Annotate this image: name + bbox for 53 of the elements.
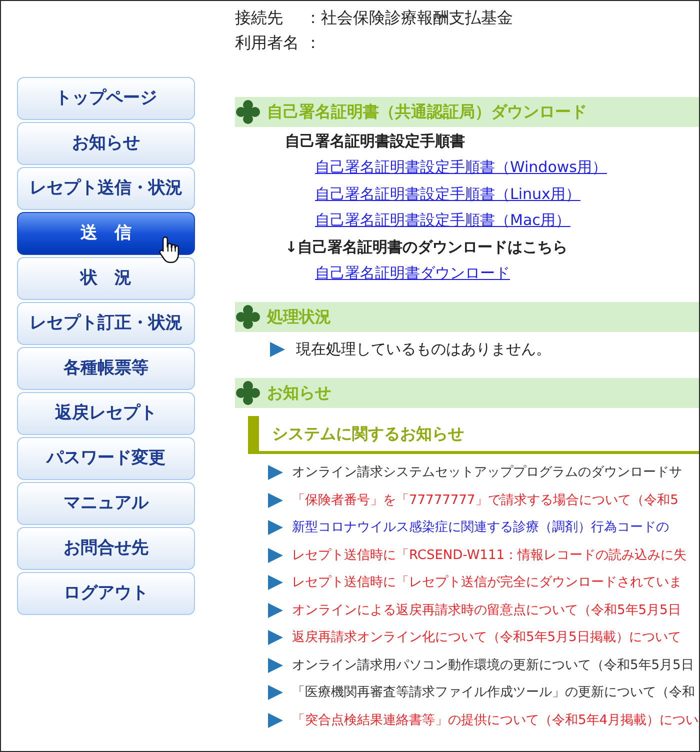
nav-button[interactable]: パスワード変更 — [17, 437, 195, 480]
triangle-bullet-icon — [268, 575, 283, 590]
notice-link[interactable]: 返戻再請求オンライン化について（令和5年5月5日掲載）について — [292, 628, 681, 648]
notice-link[interactable]: 「医療機関再審査等請求ファイル作成ツール」の更新について（令和 — [292, 683, 695, 702]
nav-button[interactable]: 状 況 — [17, 257, 195, 300]
section-title: 処理状況 — [267, 309, 331, 325]
notice-link[interactable]: 「突合点検結果連絡書等」の提供について（令和5年4月掲載）につい — [292, 710, 699, 730]
info-label: 利用者名 — [235, 32, 300, 54]
notice-link[interactable]: レセプト送信時に「RCSEND-W111：情報レコードの読み込みに失 — [292, 546, 686, 565]
triangle-bullet-icon — [268, 602, 283, 618]
notice-link[interactable]: オンライン請求システムセットアッププログラムのダウンロードサ — [292, 463, 682, 482]
triangle-bullet-icon — [268, 465, 283, 480]
notice-link[interactable]: レセプト送信時に「レセプト送信が完全にダウンロードされていま — [292, 573, 682, 592]
notice-link[interactable]: 新型コロナウイルス感染症に関連する診療（調剤）行為コードの — [292, 518, 669, 538]
group-heading: ↓自己署名証明書のダウンロードはこちら — [285, 236, 569, 258]
nav-button[interactable]: トップページ — [17, 77, 195, 120]
nav-button[interactable]: 各種帳票等 — [17, 347, 195, 390]
group-heading: 自己署名証明書設定手順書 — [285, 131, 466, 152]
status-message: 現在処理しているものはありません。 — [296, 338, 551, 360]
notice-link[interactable]: オンラインによる返戻再請求時の留意点について（令和5年5月5日 — [292, 600, 681, 620]
clover-icon — [236, 381, 260, 405]
nav-button[interactable]: ログアウト — [17, 572, 195, 615]
nav-button[interactable]: 送 信 — [17, 212, 195, 255]
nav-button[interactable]: レセプト送信・状況 — [17, 167, 195, 210]
clover-icon — [236, 100, 260, 124]
nav-button[interactable]: 返戻レセプト — [17, 392, 195, 435]
document-link[interactable]: 自己署名証明書設定手順書（Mac用） — [315, 207, 570, 234]
section-title: 自己署名証明書（共通認証局）ダウンロード — [267, 104, 587, 120]
nav-button[interactable]: マニュアル — [17, 482, 195, 525]
triangle-bullet-icon — [268, 630, 283, 646]
document-link[interactable]: 自己署名証明書ダウンロード — [315, 260, 510, 286]
info-value: 社会保険診療報酬支払基金 — [321, 6, 513, 28]
document-link[interactable]: 自己署名証明書設定手順書（Linux用） — [315, 180, 580, 207]
nav-button[interactable]: お知らせ — [17, 122, 195, 165]
nav-button[interactable]: お問合せ先 — [17, 527, 195, 570]
notice-link[interactable]: 「保険者番号」を「77777777」で請求する場合について（令和5 — [292, 490, 678, 510]
document-link[interactable]: 自己署名証明書設定手順書（Windows用） — [315, 154, 607, 180]
notice-link[interactable]: オンライン請求用パソコン動作環境の更新について（令和5年5月5日 — [292, 656, 694, 675]
info-colon: ： — [305, 32, 321, 54]
info-colon: ： — [305, 6, 321, 28]
triangle-bullet-icon — [268, 520, 283, 536]
triangle-bullet-icon — [268, 685, 283, 700]
nav-button[interactable]: レセプト訂正・状況 — [17, 302, 195, 345]
triangle-bullet-icon — [268, 658, 283, 673]
triangle-bullet-icon — [268, 712, 283, 728]
info-label: 接続先 — [235, 6, 284, 28]
clover-icon — [236, 305, 260, 329]
triangle-bullet-icon — [268, 548, 283, 563]
subsection-heading: システムに関するお知らせ — [248, 416, 699, 454]
hand-cursor-icon — [158, 236, 180, 264]
section-title: お知らせ — [267, 385, 331, 401]
triangle-bullet-icon — [268, 492, 283, 508]
triangle-bullet-icon — [270, 342, 285, 356]
